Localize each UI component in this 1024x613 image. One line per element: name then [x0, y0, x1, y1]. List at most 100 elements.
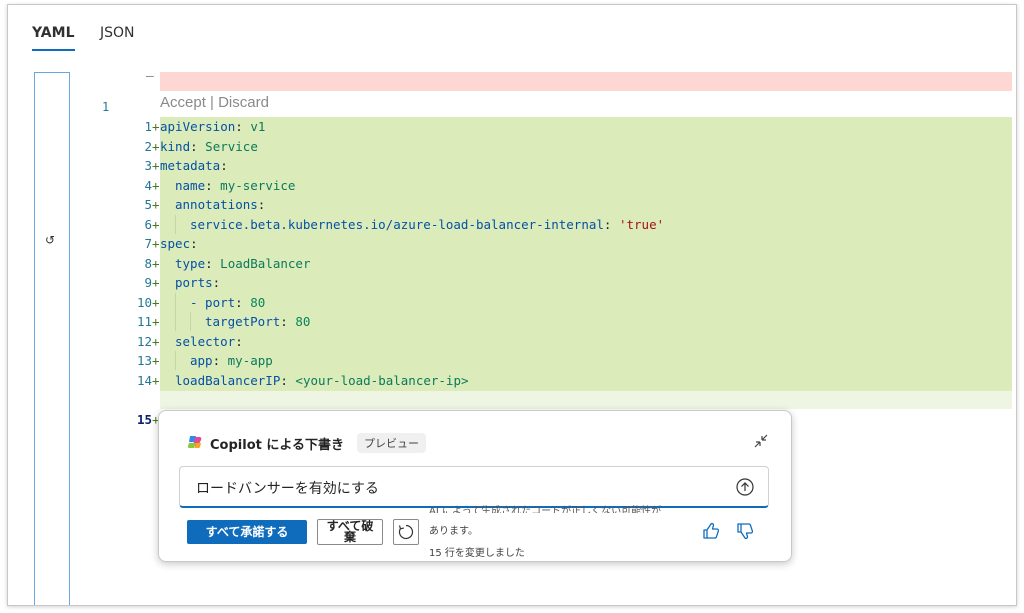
- line-number: 8: [144, 255, 152, 271]
- code-lines: 1 + apiVersion: v1 2 + kind: Service 3 + metadat…: [8, 117, 1012, 390]
- accept-link[interactable]: Accept: [160, 94, 206, 111]
- code-text: spec:: [160, 236, 198, 251]
- code-text: apiVersion: v1: [160, 119, 266, 134]
- yaml-value: 80: [250, 294, 266, 310]
- send-arrow-icon[interactable]: [736, 478, 754, 496]
- code-text: metadata:: [160, 158, 228, 173]
- line-number: 15: [136, 411, 152, 427]
- preview-badge: プレビュー: [357, 433, 426, 453]
- yaml-value: Service: [205, 138, 258, 154]
- discard-all-button[interactable]: すべて破棄: [317, 519, 383, 545]
- codelens-actions: Accept | Discard: [160, 94, 269, 111]
- added-marker: +: [152, 236, 160, 251]
- code-text: annotations:: [175, 197, 266, 212]
- line-number: 10: [136, 294, 152, 310]
- yaml-key: kind: [160, 138, 191, 154]
- added-marker: +: [152, 372, 160, 388]
- copilot-panel: Copilot による下書き プレビュー ロードバンサーを有効にする すべて承諾…: [158, 410, 792, 562]
- code-text: ports:: [175, 275, 221, 290]
- line-number: 12: [136, 333, 152, 349]
- code-line: 8 + type: LoadBalancer: [8, 254, 1012, 274]
- deleted-line: [160, 72, 1012, 91]
- thumbs-up-icon[interactable]: [701, 521, 721, 541]
- code-text: type: LoadBalancer: [175, 255, 311, 271]
- code-line: 7 + spec:: [8, 234, 1012, 254]
- code-line: 4 + name: my-service: [8, 176, 1012, 196]
- code-line: 12 + selector:: [8, 332, 1012, 352]
- regenerate-button[interactable]: [393, 519, 419, 545]
- code-text: kind: Service: [160, 138, 258, 154]
- ai-notice: あります。: [429, 526, 478, 537]
- yaml-key: spec: [160, 236, 191, 251]
- original-line-number: 1: [102, 100, 110, 114]
- yaml-key: type: [175, 255, 206, 271]
- line-number: 11: [136, 314, 152, 329]
- added-marker: +: [152, 333, 160, 349]
- deleted-line-marker: —: [146, 69, 154, 84]
- added-marker: +: [152, 294, 160, 310]
- copilot-title: Copilot による下書き: [210, 438, 344, 453]
- changed-lines-status: 15 行を変更しました: [429, 548, 525, 559]
- yaml-value: LoadBalancer: [220, 255, 311, 271]
- yaml-key: - port: [190, 294, 236, 310]
- prompt-text: ロードバンサーを有効にする: [196, 480, 379, 496]
- accept-all-button[interactable]: すべて承諾する: [187, 520, 307, 544]
- yaml-key: apiVersion: [160, 119, 236, 134]
- line-number: 14: [136, 372, 152, 388]
- editor-window: YAML JSON ↺ — 1 Accept | Discard 1 + apiVe…: [7, 4, 1017, 606]
- yaml-key: app: [190, 353, 213, 368]
- thumbs-down-icon[interactable]: [735, 521, 755, 541]
- collapse-icon[interactable]: [753, 433, 769, 449]
- added-marker: +: [152, 197, 160, 212]
- code-line: 11 + targetPort: 80: [8, 312, 1012, 332]
- copilot-prompt-input[interactable]: ロードバンサーを有効にする: [179, 466, 769, 508]
- yaml-key: metadata: [160, 158, 221, 173]
- yaml-value: 'true': [618, 216, 665, 232]
- code-text: targetPort: 80: [160, 312, 310, 332]
- code-line: 13 + app: my-app: [8, 351, 1012, 371]
- line-number: 1: [144, 119, 152, 134]
- yaml-key: loadBalancerIP: [175, 372, 281, 388]
- code-line: 5 + annotations:: [8, 195, 1012, 215]
- codelens-separator: |: [205, 94, 219, 111]
- yaml-key: service.beta.kubernetes.io/azure-load-ba…: [190, 216, 604, 232]
- line-number: 9: [144, 275, 152, 290]
- ai-notice-partial: AI によって生成されたコードが正しくない可能性が: [429, 506, 662, 513]
- line-number: 7: [144, 236, 152, 251]
- code-line: 3 + metadata:: [8, 156, 1012, 176]
- yaml-key: targetPort: [205, 314, 281, 329]
- line-number: 2: [144, 138, 152, 154]
- code-line: 10 + - port: 80: [8, 292, 1012, 313]
- code-text: app: my-app: [160, 351, 273, 371]
- code-text: selector:: [175, 333, 243, 349]
- line-number: 13: [136, 353, 152, 368]
- added-marker: +: [152, 216, 160, 232]
- yaml-value: 80: [295, 314, 311, 329]
- line-number: 3: [144, 158, 152, 173]
- yaml-key: ports: [175, 275, 213, 290]
- code-line: 6 + service.beta.kubernetes.io/azure-load-…: [8, 214, 1012, 235]
- added-marker: +: [152, 119, 160, 134]
- yaml-value: my-service: [220, 177, 296, 193]
- discard-link[interactable]: Discard: [218, 94, 269, 111]
- added-marker: +: [152, 255, 160, 271]
- yaml-value: my-app: [227, 353, 273, 368]
- code-text: - port: 80: [160, 292, 266, 313]
- yaml-key: annotations: [175, 197, 258, 212]
- code-line-last: 15 +: [8, 390, 1012, 427]
- added-marker: +: [152, 314, 160, 329]
- line-number: 4: [144, 177, 152, 193]
- code-line: 2 + kind: Service: [8, 137, 1012, 157]
- refresh-icon: [398, 524, 414, 540]
- code-text: service.beta.kubernetes.io/azure-load-ba…: [160, 214, 665, 235]
- line-number: 5: [144, 197, 152, 212]
- added-marker: +: [152, 275, 160, 290]
- added-marker: +: [152, 177, 160, 193]
- added-marker: +: [152, 158, 160, 173]
- code-line: 9 + ports:: [8, 273, 1012, 293]
- yaml-value: v1: [250, 119, 266, 134]
- added-marker: +: [152, 138, 160, 154]
- yaml-key: name: [175, 177, 206, 193]
- code-text: loadBalancerIP: <your-load-balancer-ip>: [175, 372, 469, 388]
- yaml-key: selector: [175, 333, 236, 349]
